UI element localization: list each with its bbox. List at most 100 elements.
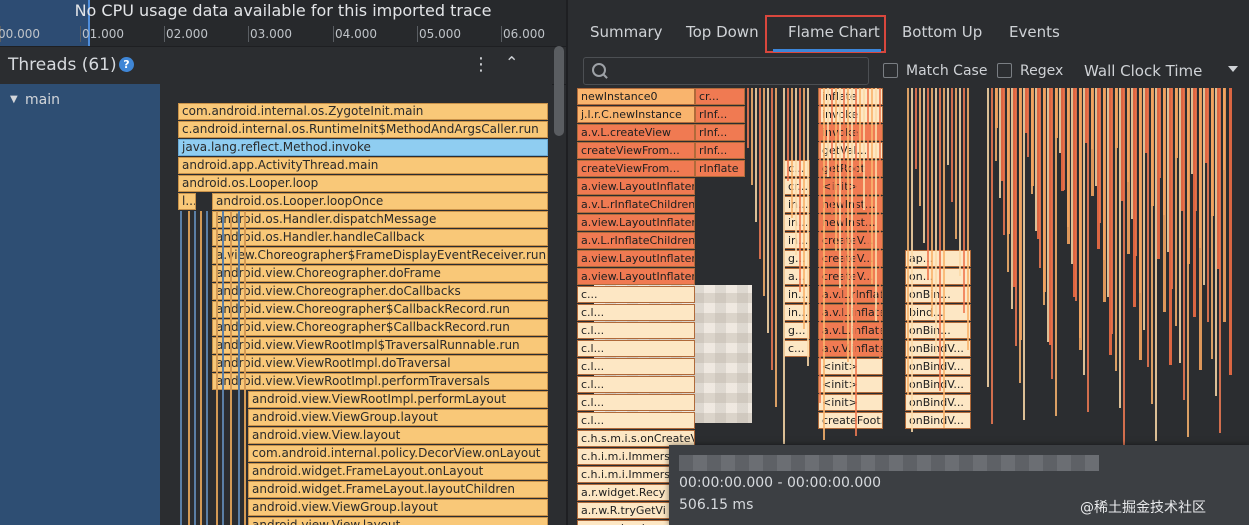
flame-stripe: [927, 88, 929, 280]
flame-stripe: [867, 88, 869, 247]
flame-frame[interactable]: c.l...: [577, 412, 695, 429]
timeline-tick-label: 00.000: [0, 27, 40, 41]
flame-frame[interactable]: c.l...: [577, 394, 695, 411]
match-case-checkbox[interactable]: [883, 63, 898, 78]
thread-call-stack[interactable]: com.android.internal.os.ZygoteInit.main c…: [160, 84, 552, 525]
call-stack-frame[interactable]: android.view.View.layout: [248, 427, 548, 444]
flame-frame[interactable]: a.v.L.createView: [577, 124, 695, 141]
call-stack-frame[interactable]: android.widget.FrameLayout.onLayout: [248, 463, 548, 480]
cpu-threads-panel: No CPU usage data available for this imp…: [0, 0, 566, 525]
flame-stripe: [955, 88, 957, 239]
clock-type-value: Wall Clock Time: [1084, 62, 1203, 80]
flame-frame[interactable]: c.l...: [577, 304, 695, 321]
flame-frame[interactable]: createViewFrom...: [577, 142, 695, 159]
help-icon[interactable]: ?: [119, 57, 134, 72]
call-stack-frame[interactable]: android.os.Handler.dispatchMessage: [212, 211, 548, 228]
flame-frame[interactable]: onBin...: [905, 322, 971, 339]
call-stack-frame[interactable]: android.view.Choreographer$CallbackRecor…: [212, 301, 548, 318]
call-stack-frame[interactable]: android.view.View.layout: [248, 517, 548, 525]
flame-frame[interactable]: ap...: [905, 250, 971, 267]
flame-frame[interactable]: onBindV...: [905, 394, 971, 411]
call-stack-frame[interactable]: android.view.ViewRootImpl.performLayout: [248, 391, 548, 408]
flame-frame[interactable]: rInf...: [695, 124, 745, 141]
tab-bottom-up[interactable]: Bottom Up: [902, 23, 982, 41]
call-stack-frame[interactable]: l...: [178, 193, 196, 210]
collapse-icon[interactable]: ⌃: [505, 53, 518, 72]
flame-stripe: [859, 88, 861, 173]
flame-frame[interactable]: rInf...: [695, 106, 745, 123]
call-stack-frame[interactable]: com.android.internal.os.ZygoteInit.main: [178, 103, 548, 120]
tab-top-down[interactable]: Top Down: [686, 23, 759, 41]
threads-header: Threads (61) ? ⋮ ⌃: [0, 46, 566, 85]
call-stack-frame[interactable]: a.view.Choreographer$FrameDisplayEventRe…: [212, 247, 548, 264]
flame-stripe: [1121, 88, 1124, 201]
regex-checkbox[interactable]: [997, 63, 1012, 78]
call-stack-frame[interactable]: com.android.internal.policy.DecorView.on…: [248, 445, 548, 462]
flame-frame[interactable]: cr...: [695, 88, 745, 105]
flame-frame[interactable]: bind...: [905, 304, 971, 321]
flame-frame[interactable]: a.view.LayoutInflater.inflate: [577, 268, 695, 285]
cpu-timeline[interactable]: No CPU usage data available for this imp…: [0, 0, 566, 46]
call-stack-frame[interactable]: android.app.ActivityThread.main: [178, 157, 548, 174]
flame-stripe: [1031, 88, 1034, 186]
more-options-icon[interactable]: ⋮: [472, 54, 490, 75]
flame-frame[interactable]: c.l...: [577, 358, 695, 375]
flame-frame[interactable]: c.l...: [577, 376, 695, 393]
call-stack-frame[interactable]: java.lang.reflect.Method.invoke: [178, 139, 548, 156]
flame-frame[interactable]: c.l...: [577, 340, 695, 357]
call-stack-frame[interactable]: android.view.Choreographer$CallbackRecor…: [212, 319, 548, 336]
search-input[interactable]: [583, 57, 869, 85]
flame-stripe: [767, 88, 769, 333]
flame-frame[interactable]: onBin...: [905, 286, 971, 303]
flame-frame[interactable]: on...: [905, 268, 971, 285]
flame-stripe: [1115, 88, 1118, 148]
scrollbar[interactable]: [554, 46, 564, 136]
flame-stripe: [747, 88, 749, 148]
flame-stripe: [1211, 88, 1214, 216]
flame-stripe: [1097, 88, 1100, 249]
flame-stripe: [943, 88, 945, 428]
call-stack-frame[interactable]: android.view.ViewRootImpl$TraversalRunna…: [212, 337, 548, 354]
thread-list[interactable]: ▼ main: [0, 84, 160, 525]
flame-frame[interactable]: onBindV...: [905, 376, 971, 393]
tab-events[interactable]: Events: [1009, 23, 1060, 41]
tab-flame-chart[interactable]: Flame Chart: [788, 23, 880, 41]
flame-stripe: [803, 88, 805, 329]
flame-stripe: [1073, 88, 1076, 297]
flame-frame[interactable]: a.v.L.rInflateChildren: [577, 232, 695, 249]
call-stack-frame[interactable]: android.view.ViewGroup.layout: [248, 409, 548, 426]
flame-frame[interactable]: rInf...: [695, 142, 745, 159]
flame-stripe: [1205, 88, 1208, 163]
flame-frame[interactable]: onBindV...: [905, 340, 971, 357]
flame-frame[interactable]: a.v.L.rInflateChildren: [577, 196, 695, 213]
flame-frame[interactable]: c...: [577, 286, 695, 303]
flame-frame[interactable]: newInstance0: [577, 88, 695, 105]
tab-summary[interactable]: Summary: [590, 23, 663, 41]
call-stack-frame[interactable]: android.view.ViewRootImpl.performTravers…: [212, 373, 548, 390]
flame-stripe: [947, 88, 949, 165]
flame-frame[interactable]: a.view.LayoutInflater.rInflate: [577, 214, 695, 231]
flame-frame[interactable]: j.l.r.C.newInstance: [577, 106, 695, 123]
call-stack-frame[interactable]: android.os.Looper.loop: [178, 175, 548, 192]
call-stack-frame[interactable]: android.view.ViewRootImpl.doTraversal: [212, 355, 548, 372]
call-stack-frame[interactable]: android.view.Choreographer.doFrame: [212, 265, 548, 282]
flame-frame[interactable]: createViewFrom...: [577, 160, 695, 177]
call-stack-frame[interactable]: android.os.Looper.loopOnce: [212, 193, 548, 210]
flame-frame[interactable]: createFoot...: [818, 412, 883, 429]
call-stack-frame[interactable]: android.os.Handler.handleCallback: [212, 229, 548, 246]
chevron-down-icon[interactable]: ▼: [10, 94, 18, 105]
flame-frame[interactable]: onBindV...: [905, 358, 971, 375]
flame-frame[interactable]: a.view.LayoutInflater.rInflate: [577, 178, 695, 195]
flame-frame[interactable]: onBindV...: [905, 412, 971, 429]
flame-frame[interactable]: rInflate: [695, 160, 745, 177]
call-stack-frame[interactable]: android.widget.FrameLayout.layoutChildre…: [248, 481, 548, 498]
call-stack-frame[interactable]: android.view.ViewGroup.layout: [248, 499, 548, 516]
call-stack-frame[interactable]: android.view.Choreographer.doCallbacks: [212, 283, 548, 300]
flame-stripe: [1013, 88, 1016, 287]
flame-frame[interactable]: a.view.LayoutInflater.inflate: [577, 250, 695, 267]
flame-frame[interactable]: c.l...: [577, 322, 695, 339]
call-stack-frame[interactable]: c.android.internal.os.RuntimeInit$Method…: [178, 121, 548, 138]
thread-item-main[interactable]: main: [25, 92, 60, 108]
clock-type-select[interactable]: Wall Clock Time: [1084, 57, 1246, 85]
flame-stripe: [1025, 88, 1028, 133]
